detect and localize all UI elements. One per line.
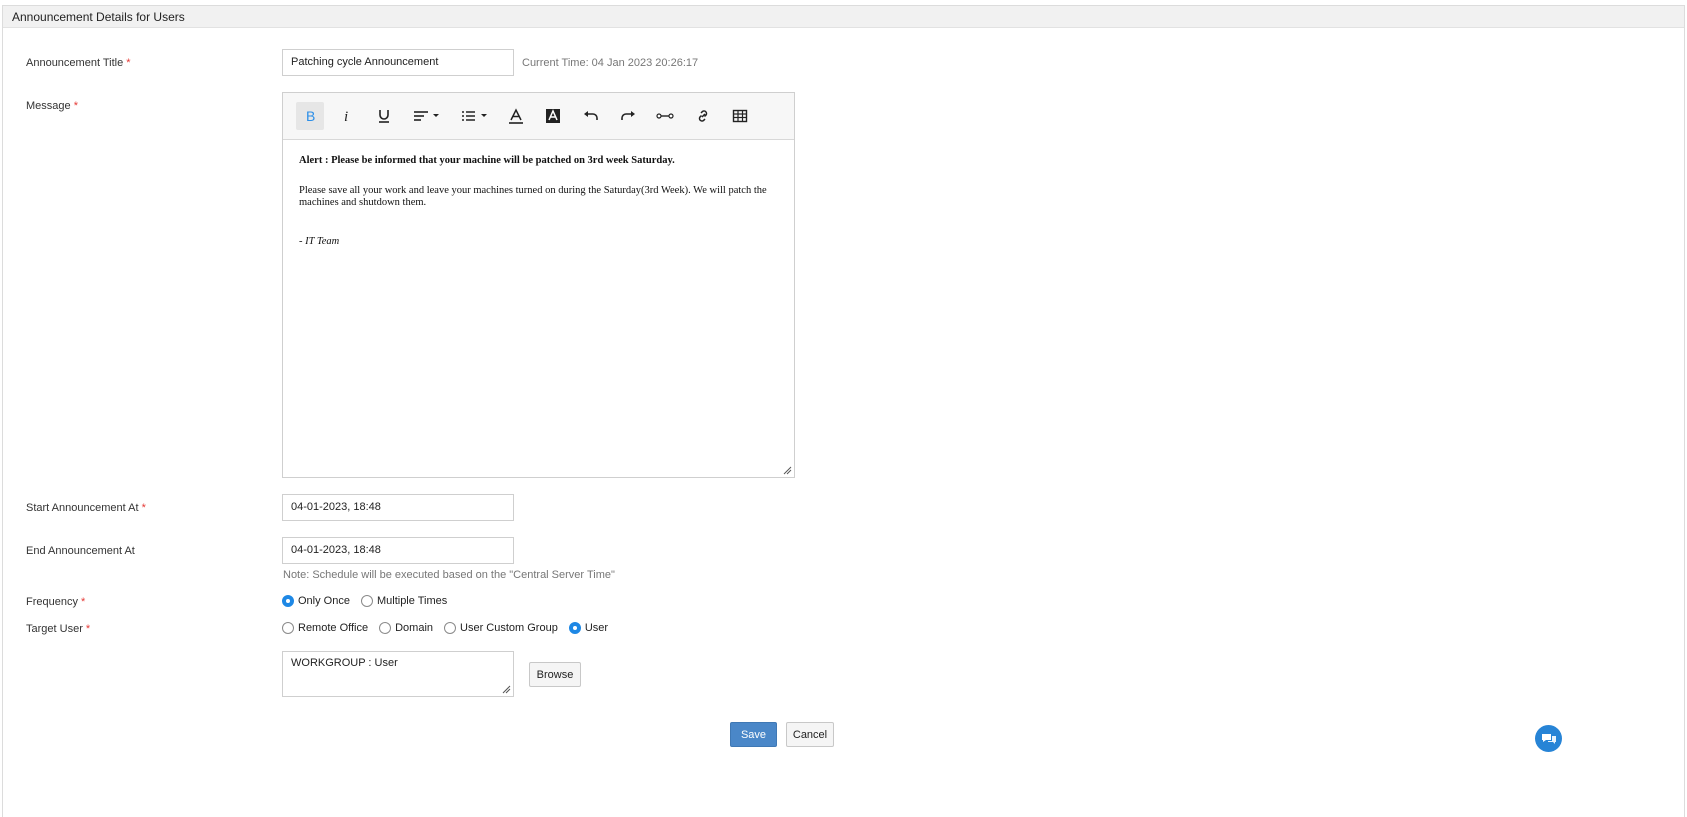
selected-target-value: WORKGROUP : User bbox=[291, 657, 398, 669]
editor-content[interactable]: Alert : Please be informed that your mac… bbox=[299, 155, 769, 248]
radio-label: Only Once bbox=[298, 595, 350, 607]
resize-handle-icon[interactable] bbox=[502, 685, 511, 694]
redo-icon[interactable] bbox=[614, 102, 642, 130]
selected-target-textarea[interactable]: WORKGROUP : User bbox=[282, 651, 514, 697]
cancel-button[interactable]: Cancel bbox=[786, 722, 834, 747]
end-announcement-label: End Announcement At bbox=[26, 545, 135, 557]
end-datetime-input[interactable]: 04-01-2023, 18:48 bbox=[282, 537, 514, 564]
current-time-text: Current Time: 04 Jan 2023 20:26:17 bbox=[522, 57, 699, 69]
frequency-radio-group: Only Once Multiple Times bbox=[282, 595, 458, 607]
announcement-title-label: Announcement Title * bbox=[26, 57, 131, 69]
message-paragraph: Please save all your work and leave your… bbox=[299, 184, 767, 209]
signature-line: - IT Team bbox=[299, 235, 340, 247]
frequency-option-only-once[interactable]: Only Once bbox=[282, 595, 350, 607]
radio-label: User Custom Group bbox=[460, 622, 558, 634]
list-icon[interactable] bbox=[457, 102, 493, 130]
radio-unselected-icon[interactable] bbox=[282, 622, 294, 634]
radio-selected-icon[interactable] bbox=[282, 595, 294, 607]
panel-header: Announcement Details for Users bbox=[3, 6, 1684, 28]
target-user-label: Target User * bbox=[26, 623, 90, 635]
start-datetime-input[interactable]: 04-01-2023, 18:48 bbox=[282, 494, 514, 521]
target-user-label-text: Target User bbox=[26, 623, 83, 635]
save-button[interactable]: Save bbox=[730, 722, 777, 747]
radio-unselected-icon[interactable] bbox=[379, 622, 392, 634]
announcement-panel: Announcement Details for Users bbox=[2, 5, 1685, 817]
target-option-user-custom-group[interactable]: User Custom Group bbox=[444, 622, 558, 634]
end-announcement-label-text: End Announcement At bbox=[26, 545, 135, 557]
target-option-remote-office[interactable]: Remote Office bbox=[282, 622, 368, 634]
required-mark: * bbox=[141, 502, 146, 514]
schedule-note: Note: Schedule will be executed based on… bbox=[283, 569, 615, 581]
target-user-radio-group: Remote Office Domain User Custom Group U… bbox=[282, 622, 619, 634]
message-label-text: Message bbox=[26, 100, 71, 112]
svg-text:i: i bbox=[344, 109, 348, 123]
radio-unselected-icon[interactable] bbox=[444, 622, 457, 634]
target-option-domain[interactable]: Domain bbox=[379, 622, 433, 634]
resize-handle-icon[interactable] bbox=[783, 466, 792, 475]
radio-selected-icon[interactable] bbox=[568, 622, 581, 634]
alert-line: Alert : Please be informed that your mac… bbox=[299, 155, 675, 166]
font-color-icon[interactable] bbox=[502, 102, 530, 130]
radio-label: User bbox=[584, 622, 609, 634]
radio-label: Multiple Times bbox=[376, 595, 448, 607]
undo-icon[interactable] bbox=[577, 102, 605, 130]
start-announcement-label-text: Start Announcement At bbox=[26, 502, 139, 514]
required-mark: * bbox=[81, 596, 86, 608]
italic-icon[interactable]: i bbox=[333, 102, 361, 130]
table-icon[interactable] bbox=[726, 102, 754, 130]
message-editor: B i Alert: Please be informed that your… bbox=[282, 92, 795, 478]
align-icon[interactable] bbox=[409, 102, 445, 130]
browse-button[interactable]: Browse bbox=[529, 662, 581, 687]
message-label: Message * bbox=[26, 100, 78, 112]
underline-icon[interactable] bbox=[370, 102, 398, 130]
start-announcement-label: Start Announcement At * bbox=[26, 502, 146, 514]
required-mark: * bbox=[126, 57, 131, 69]
radio-unselected-icon[interactable] bbox=[360, 595, 373, 607]
background-color-icon[interactable] bbox=[539, 102, 567, 130]
svg-text:B: B bbox=[306, 109, 315, 123]
frequency-option-multiple-times[interactable]: Multiple Times bbox=[360, 595, 448, 607]
radio-label: Domain bbox=[395, 622, 434, 634]
frequency-label-text: Frequency bbox=[26, 596, 78, 608]
target-option-user[interactable]: User bbox=[568, 622, 609, 634]
required-mark: * bbox=[73, 100, 78, 112]
horizontal-rule-icon[interactable] bbox=[651, 102, 679, 130]
radio-label: Remote Office bbox=[298, 622, 369, 634]
chat-support-icon[interactable] bbox=[1535, 725, 1562, 752]
required-mark: * bbox=[85, 623, 91, 635]
link-icon[interactable] bbox=[689, 102, 717, 130]
frequency-label: Frequency * bbox=[26, 596, 85, 608]
announcement-title-label-text: Announcement Title bbox=[26, 57, 124, 69]
editor-toolbar: B i bbox=[283, 93, 794, 140]
announcement-title-input[interactable]: Patching cycle Announcement bbox=[282, 49, 514, 76]
bold-icon[interactable]: B bbox=[296, 102, 324, 130]
